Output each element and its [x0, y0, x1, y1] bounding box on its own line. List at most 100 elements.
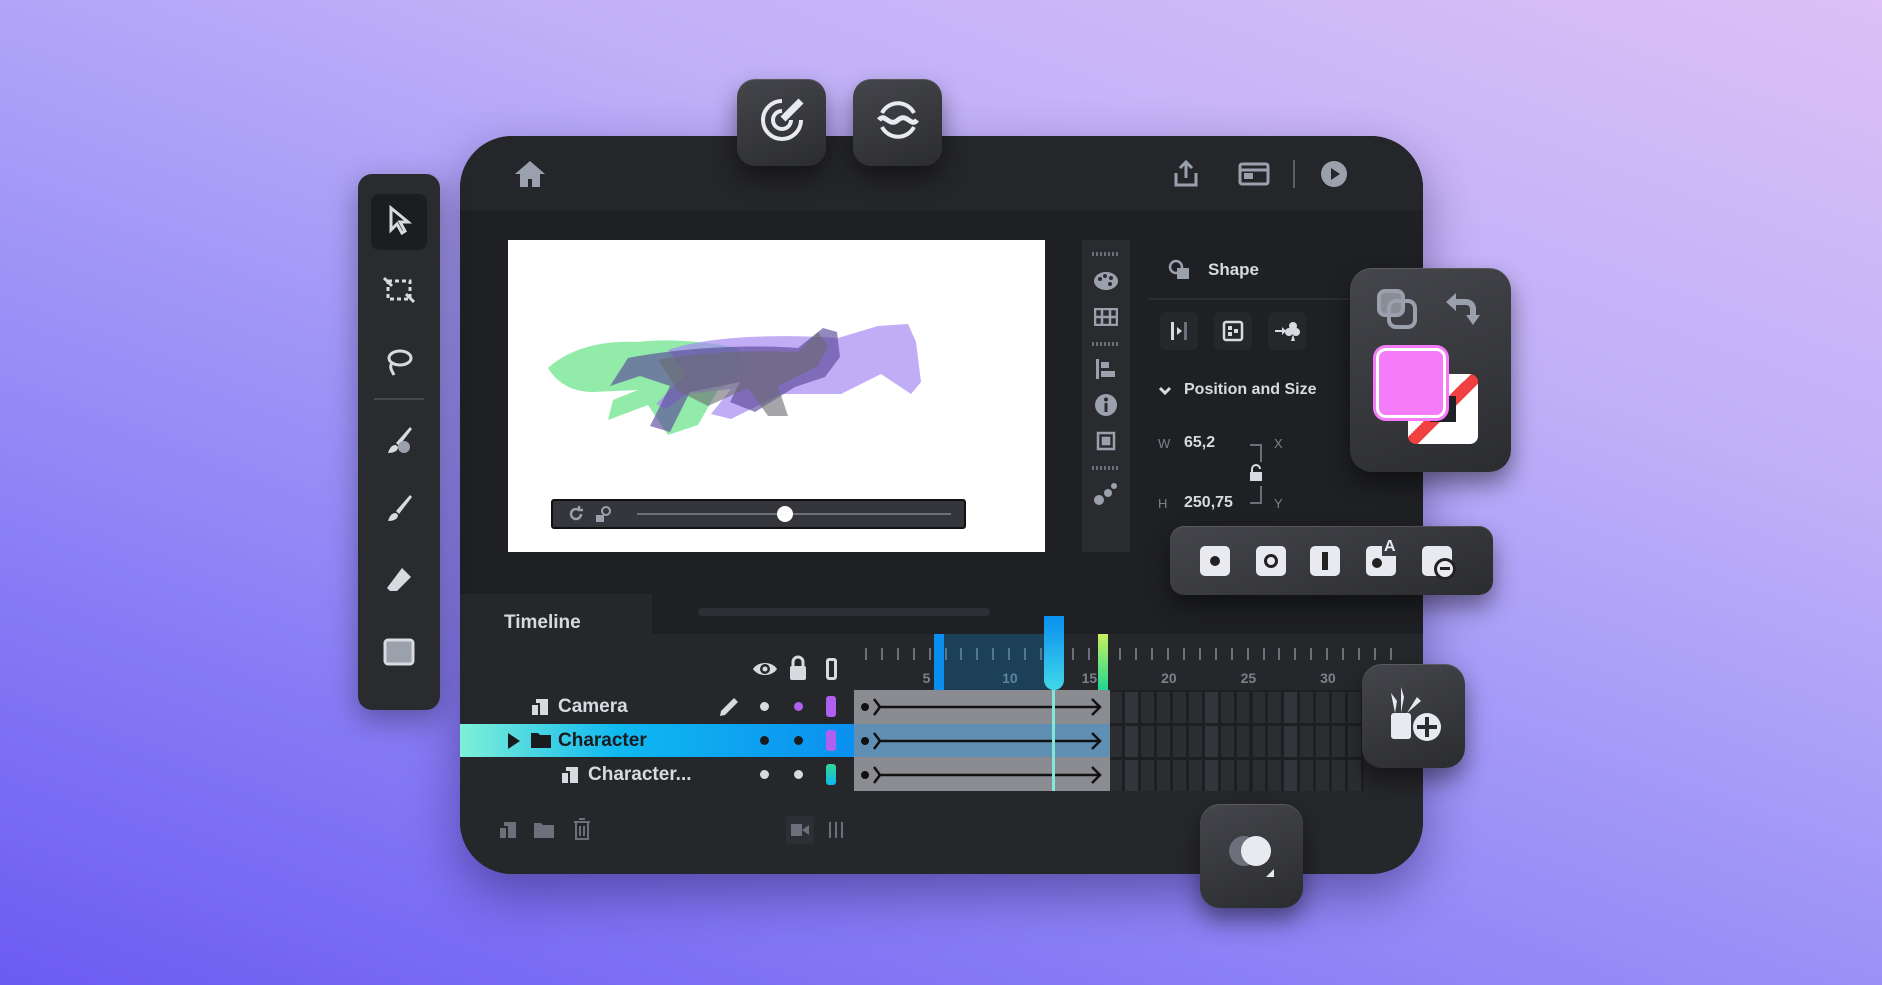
layer-row[interactable]: Character [460, 724, 1423, 757]
particles-icon[interactable] [1090, 478, 1122, 510]
visibility-dot[interactable] [760, 702, 769, 711]
ruler-tick [1087, 648, 1090, 660]
brush-add-icon [1381, 681, 1447, 752]
play-icon[interactable] [1316, 156, 1352, 192]
symbol-button[interactable] [1214, 312, 1252, 350]
tween-arrow [873, 766, 1102, 784]
height-field[interactable]: 250,75 [1184, 494, 1233, 512]
section-title[interactable]: Position and Size [1184, 381, 1316, 399]
lasso-icon [384, 347, 414, 382]
loop-icon[interactable] [565, 503, 587, 525]
camera-button[interactable] [786, 816, 814, 844]
keyframe[interactable] [861, 771, 869, 779]
layer-row[interactable]: Character... [460, 758, 1423, 791]
lasso-tool[interactable] [371, 336, 427, 392]
range-end-marker[interactable] [1098, 634, 1108, 690]
new-folder-icon[interactable] [532, 818, 556, 842]
ruler-tick [1262, 648, 1265, 660]
range-start-marker[interactable] [934, 634, 944, 690]
layer-row[interactable]: Camera [460, 690, 1423, 723]
camera-zoom-icon[interactable] [593, 503, 615, 525]
align-icon[interactable] [1090, 354, 1122, 384]
shape-icon [1166, 256, 1194, 284]
anchor-point-button[interactable] [1200, 546, 1230, 576]
add-brush-button[interactable] [1362, 664, 1465, 768]
columns-icon[interactable] [826, 818, 846, 842]
distribute-button[interactable] [1160, 312, 1198, 350]
pen-target-button[interactable] [737, 79, 826, 166]
layer-color-tag[interactable] [826, 696, 836, 717]
rectangle-tool[interactable] [371, 626, 427, 682]
swap-colors-icon[interactable] [1440, 286, 1486, 332]
ruler-tick [1230, 648, 1233, 660]
keyframe[interactable] [861, 737, 869, 745]
layer-name[interactable]: Character [558, 730, 647, 752]
new-layer-icon[interactable] [496, 818, 520, 842]
smooth-button[interactable] [853, 79, 942, 166]
brush-tool[interactable] [371, 482, 427, 538]
transform-tool[interactable] [371, 264, 427, 320]
ruler-tick [1151, 648, 1154, 660]
layer-name[interactable]: Character... [588, 764, 692, 786]
x-label: X [1274, 436, 1283, 451]
fill-color-swatch[interactable] [1376, 348, 1446, 418]
lock-dot[interactable] [794, 736, 803, 745]
unlock-icon[interactable] [1246, 462, 1266, 484]
eye-icon[interactable] [750, 656, 780, 682]
visibility-dot[interactable] [760, 770, 769, 779]
ruler-label: 5 [922, 670, 931, 686]
anchor-line-button[interactable] [1310, 546, 1340, 576]
trash-icon[interactable] [570, 816, 594, 842]
lock-icon[interactable] [786, 654, 810, 682]
anchor-tools-bar: A [1170, 526, 1493, 595]
outline-icon[interactable] [826, 658, 837, 680]
layers-copy-icon[interactable] [1374, 286, 1420, 332]
remove-anchor-button[interactable] [1422, 546, 1456, 580]
playhead-handle[interactable] [1044, 616, 1064, 690]
panel-scrollbar[interactable] [698, 608, 990, 616]
layer-color-tag[interactable] [826, 764, 836, 785]
tab-timeline[interactable]: Timeline [504, 612, 581, 634]
info-icon[interactable] [1090, 390, 1122, 420]
paint-brush-tool[interactable] [371, 414, 427, 470]
grid-icon[interactable] [1090, 302, 1122, 332]
shape-mode-button[interactable] [1200, 804, 1303, 908]
ruler-tick [1183, 648, 1185, 660]
expand-triangle-icon[interactable] [508, 733, 520, 749]
playhead-line [1052, 690, 1055, 791]
y-label: Y [1274, 496, 1283, 511]
chevron-down-icon[interactable] [1154, 380, 1176, 402]
transform-box-icon[interactable] [1090, 426, 1122, 456]
keyframe[interactable] [861, 703, 869, 711]
scrubber-handle[interactable] [777, 506, 793, 522]
layer-name[interactable]: Camera [558, 696, 628, 718]
app-window: Shape Position and Size W 65,2 H 250,75 … [460, 136, 1423, 874]
share-icon[interactable] [1168, 156, 1204, 192]
lock-dot[interactable] [794, 770, 803, 779]
swap-symbol-button[interactable] [1268, 312, 1306, 350]
lock-dot[interactable] [794, 702, 803, 711]
layer-color-tag[interactable] [826, 730, 836, 751]
ruler-label: 25 [1240, 670, 1257, 686]
window-icon[interactable] [1236, 156, 1272, 192]
layer-icon [560, 765, 580, 785]
pencil-icon[interactable] [718, 696, 740, 723]
selection-tool[interactable] [371, 194, 427, 250]
scrubber-track[interactable] [637, 513, 951, 515]
width-field[interactable]: 65,2 [1184, 434, 1215, 452]
panel-title: Shape [1208, 260, 1260, 279]
anchor-text-button[interactable]: A [1366, 538, 1398, 576]
anchor-ring-button[interactable] [1256, 546, 1286, 576]
frame-range [934, 634, 1060, 690]
grip[interactable] [1092, 466, 1120, 470]
color-panel [1350, 268, 1511, 472]
grip[interactable] [1092, 342, 1120, 346]
eraser-tool[interactable] [371, 554, 427, 610]
palette-icon[interactable] [1090, 266, 1122, 296]
home-icon[interactable] [512, 156, 548, 192]
ruler-tick [1278, 648, 1281, 660]
grip[interactable] [1092, 252, 1120, 256]
playback-bar [551, 499, 966, 529]
stage-canvas[interactable] [508, 240, 1045, 552]
visibility-dot[interactable] [760, 736, 769, 745]
